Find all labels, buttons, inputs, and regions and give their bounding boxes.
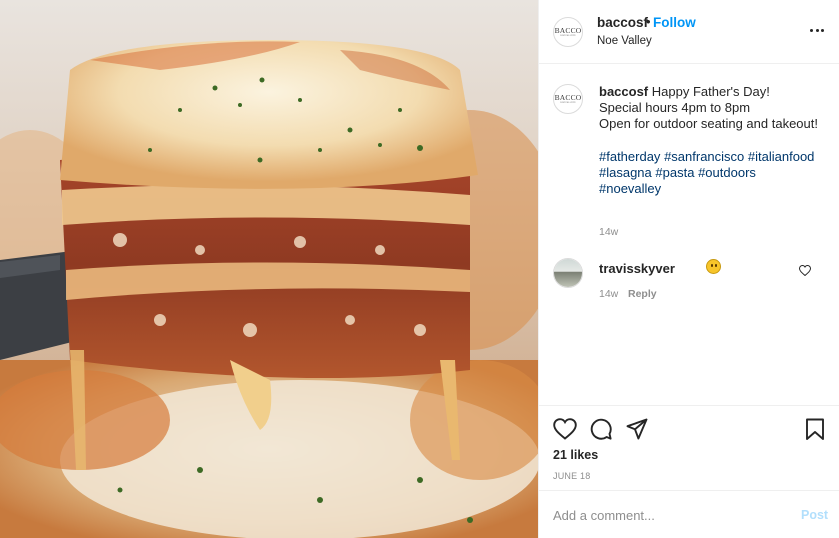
caption-username[interactable]: baccosf — [599, 84, 648, 99]
more-options-icon[interactable] — [810, 29, 824, 35]
smiling-face-emoji-icon — [706, 259, 721, 274]
likes-count[interactable]: 21 likes — [553, 448, 598, 462]
hashtag-list: #fatherday #sanfrancisco #italianfood #l… — [599, 149, 829, 198]
caption-line: Happy Father's Day! — [651, 84, 770, 99]
account-username[interactable]: baccosf — [597, 15, 648, 30]
hashtag-link[interactable]: #sanfrancisco — [664, 149, 744, 164]
commenter-photo — [554, 259, 582, 287]
commenter-avatar[interactable] — [553, 258, 583, 288]
instagram-post-modal: BACCO RISTORANTE baccosf • Follow Noe Va… — [0, 0, 839, 538]
comment-icon[interactable] — [590, 418, 612, 440]
add-comment-input[interactable] — [553, 505, 783, 525]
commenter-username[interactable]: travisskyver — [599, 261, 675, 276]
hashtag-link[interactable]: #italianfood — [748, 149, 815, 164]
caption-text: baccosf Happy Father's Day! Special hour… — [599, 84, 829, 197]
heart-icon[interactable] — [553, 418, 577, 440]
account-avatar[interactable]: BACCO RISTORANTE — [553, 17, 583, 47]
bacco-logo: BACCO RISTORANTE — [554, 25, 582, 37]
post-comment-button[interactable]: Post — [801, 508, 828, 522]
caption-avatar[interactable]: BACCO RISTORANTE — [553, 84, 583, 114]
separator-dot: • — [646, 14, 651, 29]
bacco-logo: BACCO RISTORANTE — [554, 92, 582, 104]
follow-button[interactable]: Follow — [653, 15, 696, 30]
caption-line: Special hours 4pm to 8pm — [599, 100, 751, 116]
share-icon[interactable] — [626, 418, 648, 440]
location-link[interactable]: Noe Valley — [597, 35, 652, 47]
lasagna-photo-illustration — [0, 0, 538, 538]
reply-button[interactable]: Reply — [628, 288, 657, 300]
hashtag-link[interactable]: #pasta — [655, 165, 694, 180]
post-photo[interactable] — [0, 0, 538, 538]
save-icon[interactable] — [805, 418, 825, 441]
comment-like-heart-icon[interactable] — [799, 265, 811, 276]
post-side-panel: BACCO RISTORANTE baccosf • Follow Noe Va… — [538, 0, 839, 538]
hashtag-link[interactable]: #lasagna — [599, 165, 652, 180]
caption-timestamp[interactable]: 14w — [599, 226, 618, 238]
hashtag-link[interactable]: #fatherday — [599, 149, 660, 164]
post-actions: 21 likes JUNE 18 — [539, 405, 839, 495]
post-date[interactable]: JUNE 18 — [553, 471, 590, 481]
comment-timestamp[interactable]: 14w — [599, 288, 618, 300]
hashtag-link[interactable]: #outdoors — [698, 165, 756, 180]
post-header: BACCO RISTORANTE baccosf • Follow Noe Va… — [539, 0, 839, 64]
add-comment-bar: Post — [539, 490, 839, 538]
hashtag-link[interactable]: #noevalley — [599, 181, 661, 196]
caption-line: Open for outdoor seating and takeout! — [599, 116, 818, 132]
